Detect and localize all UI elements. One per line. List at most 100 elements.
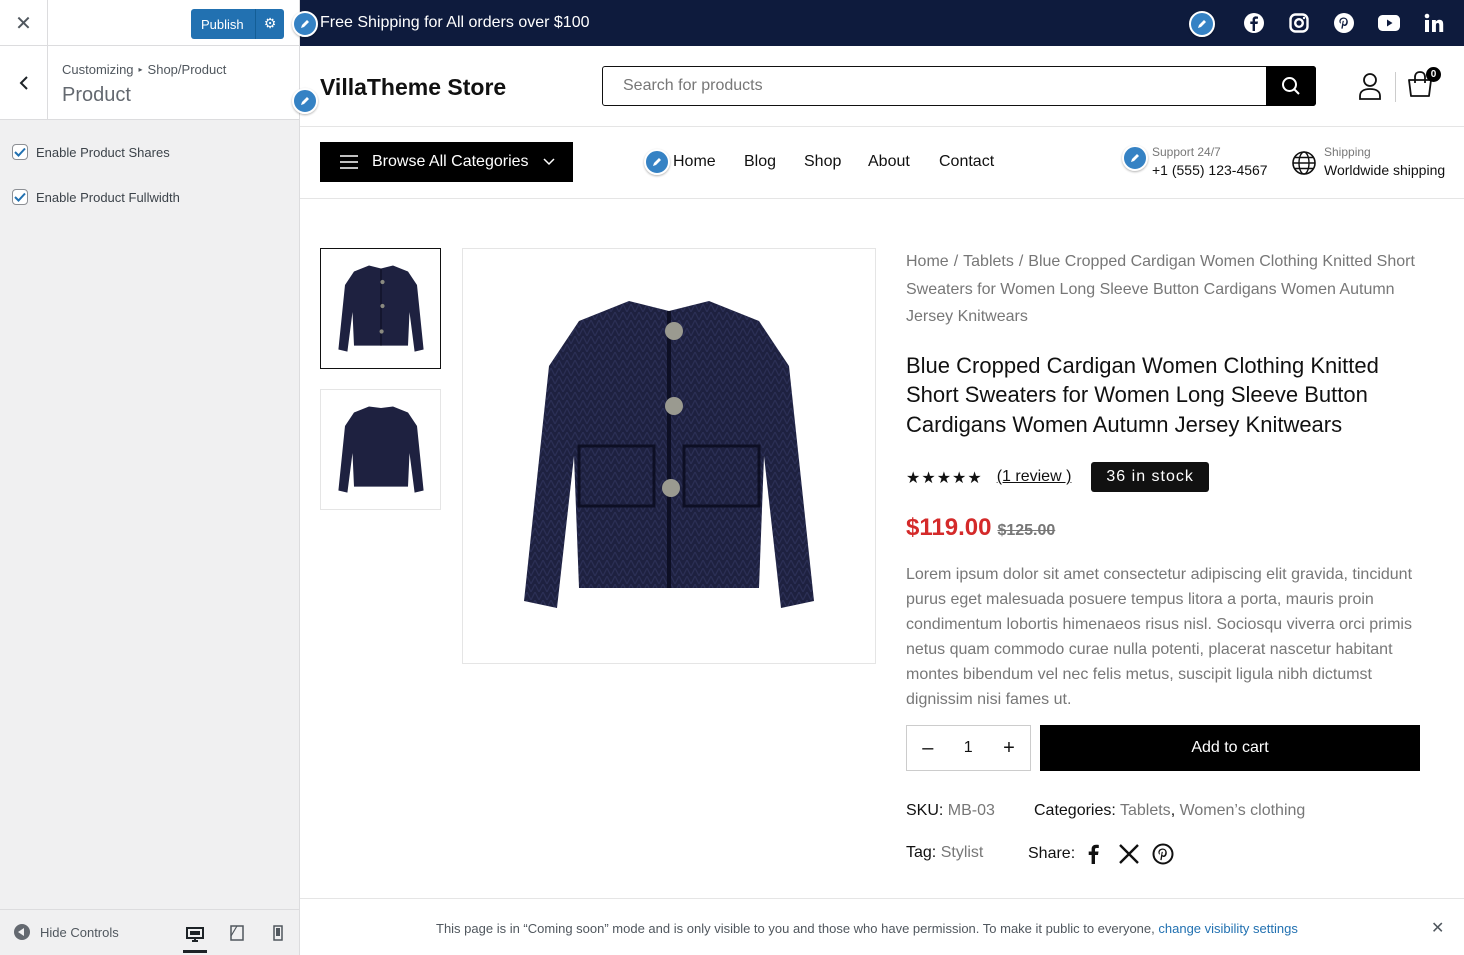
breadcrumb-section: Shop/Product xyxy=(147,62,227,77)
publish-button-group: Publish ⚙ xyxy=(191,9,284,39)
share-facebook-icon[interactable] xyxy=(1086,843,1100,870)
coming-soon-notice: This page is in “Coming soon” mode and i… xyxy=(300,898,1464,955)
browse-label: Browse All Categories xyxy=(372,153,529,170)
instagram-icon[interactable] xyxy=(1288,12,1310,34)
nav-link-blog[interactable]: Blog xyxy=(744,153,776,171)
pencil-icon xyxy=(653,158,661,166)
product-main-image[interactable] xyxy=(462,248,876,664)
hide-controls-label: Hide Controls xyxy=(40,924,119,940)
enable-product-shares-checkbox[interactable] xyxy=(12,144,28,160)
facebook-icon[interactable] xyxy=(1243,12,1265,34)
pinterest-icon[interactable] xyxy=(1333,12,1355,34)
enable-product-fullwidth-checkbox[interactable] xyxy=(12,189,28,205)
close-customizer-button[interactable]: ✕ xyxy=(0,0,48,46)
breadcrumb-tablets[interactable]: Tablets xyxy=(963,253,1014,270)
mobile-icon xyxy=(273,925,283,941)
product-description: Lorem ipsum dolor sit amet consectetur a… xyxy=(906,566,1413,708)
categories-label: Categories: xyxy=(1034,802,1116,819)
pencil-icon xyxy=(1131,154,1139,162)
add-to-cart-button[interactable]: Add to cart xyxy=(1040,725,1420,771)
visibility-settings-link[interactable]: change visibility settings xyxy=(1158,921,1297,936)
reviews-link[interactable]: (1 review ) xyxy=(997,468,1072,486)
device-desktop-button[interactable] xyxy=(183,919,207,953)
linkedin-icon[interactable] xyxy=(1423,12,1445,34)
option-label: Enable Product Shares xyxy=(36,144,170,160)
edit-shortcut-topbar[interactable] xyxy=(292,11,318,37)
categories-separator: , xyxy=(1170,802,1176,819)
header-divider xyxy=(1395,72,1396,102)
sku-value: MB-03 xyxy=(947,802,995,819)
publish-button[interactable]: Publish xyxy=(191,17,255,32)
share-pinterest-icon[interactable] xyxy=(1152,843,1174,870)
section-title: Product xyxy=(62,84,131,106)
nav-link-contact[interactable]: Contact xyxy=(939,153,994,171)
account-button[interactable] xyxy=(1358,72,1382,105)
tag-link[interactable]: Stylist xyxy=(941,844,984,861)
dismiss-notice-button[interactable]: ✕ xyxy=(1431,918,1444,937)
publish-settings-button[interactable]: ⚙ xyxy=(255,9,284,39)
qty-value[interactable]: 1 xyxy=(964,739,973,757)
tag-meta: Tag: Stylist xyxy=(906,844,983,862)
qty-minus-button[interactable]: – xyxy=(922,737,933,760)
breadcrumb-arrow-icon: ▸ xyxy=(138,65,143,74)
shipping-message: Free Shipping for All orders over $100 xyxy=(320,14,590,31)
category-link-womens-clothing[interactable]: Women’s clothing xyxy=(1180,802,1306,819)
cardigan-image xyxy=(524,301,814,608)
pencil-icon xyxy=(301,97,309,105)
cardigan-front-image xyxy=(337,265,424,352)
search-input[interactable] xyxy=(603,67,1267,105)
site-header: VillaTheme Store 0 xyxy=(292,46,1464,127)
product-breadcrumb: Home / Tablets / Blue Cropped Cardigan Women… xyxy=(906,248,1426,331)
product-thumbnail-front[interactable] xyxy=(320,248,441,369)
site-preview: Free Shipping for All orders over $100 V… xyxy=(292,0,1464,955)
collapse-icon xyxy=(14,924,30,940)
section-header: Customizing ▸ Shop/Product Product xyxy=(0,46,299,120)
rating-row: ★★★★★ (1 review ) 36 in stock xyxy=(906,462,1426,492)
support-info: Support 24/7 +1 (555) 123-4567 xyxy=(1152,145,1268,178)
enable-product-fullwidth-option[interactable]: Enable Product Fullwidth xyxy=(12,189,180,205)
device-mobile-button[interactable] xyxy=(266,922,290,944)
product-title: Blue Cropped Cardigan Women Clothing Kni… xyxy=(906,352,1379,437)
share-label: Share: xyxy=(1028,845,1076,862)
edit-shortcut-support[interactable] xyxy=(1122,145,1148,171)
device-tablet-button[interactable] xyxy=(225,922,249,944)
product-thumbnail-back[interactable] xyxy=(320,389,441,510)
edit-shortcut-menu[interactable] xyxy=(644,149,670,175)
pencil-icon xyxy=(301,20,309,28)
browse-categories-button[interactable]: Browse All Categories xyxy=(320,142,573,182)
edit-shortcut-logo[interactable] xyxy=(292,88,318,114)
navigation-row: Browse All Categories Home Blog Shop Abo… xyxy=(300,127,1464,199)
enable-product-shares-option[interactable]: Enable Product Shares xyxy=(12,144,170,160)
sku-label: SKU: xyxy=(906,802,944,819)
product-summary: Home / Tablets / Blue Cropped Cardigan Women… xyxy=(906,248,1426,712)
desktop-icon xyxy=(186,926,204,942)
shipping-info: Shipping Worldwide shipping xyxy=(1324,145,1445,178)
site-logo[interactable]: VillaTheme Store xyxy=(320,74,506,101)
support-phone[interactable]: +1 (555) 123-4567 xyxy=(1152,162,1268,178)
youtube-icon[interactable] xyxy=(1378,12,1400,34)
share-x-icon[interactable] xyxy=(1118,843,1140,870)
qty-plus-button[interactable]: + xyxy=(1003,737,1015,760)
search-icon xyxy=(1282,77,1300,95)
cardigan-back-image xyxy=(337,406,424,493)
search-button[interactable] xyxy=(1266,66,1316,106)
breadcrumb-home[interactable]: Home xyxy=(906,253,949,270)
nav-link-about[interactable]: About xyxy=(868,153,910,171)
breadcrumb-separator: / xyxy=(953,253,959,270)
stock-badge: 36 in stock xyxy=(1091,462,1209,492)
category-link-tablets[interactable]: Tablets xyxy=(1120,802,1171,819)
breadcrumb-separator: / xyxy=(1018,253,1024,270)
star-rating-icon: ★★★★★ xyxy=(906,467,983,487)
close-icon: ✕ xyxy=(15,11,32,35)
back-button[interactable] xyxy=(0,46,48,119)
nav-link-shop[interactable]: Shop xyxy=(804,153,841,171)
customizer-panel: ✕ Publish ⚙ Customizing ▸ Shop/Product Pro… xyxy=(0,0,300,955)
old-price: $125.00 xyxy=(997,522,1056,539)
quantity-stepper: – 1 + xyxy=(906,725,1031,771)
nav-link-home[interactable]: Home xyxy=(673,153,716,171)
hide-controls-button[interactable]: Hide Controls xyxy=(14,924,119,940)
checkmark-icon xyxy=(14,192,26,202)
notice-text: This page is in “Coming soon” mode and i… xyxy=(436,921,1298,936)
edit-shortcut-social[interactable] xyxy=(1189,11,1215,37)
support-label: Support 24/7 xyxy=(1152,145,1221,159)
